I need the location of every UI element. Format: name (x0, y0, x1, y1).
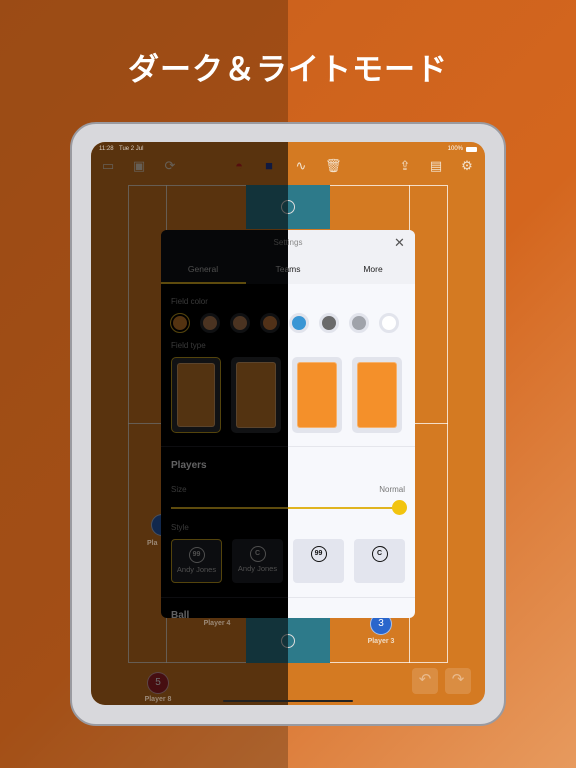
player-label: Pla (147, 540, 158, 547)
share-icon[interactable]: ⇪ (397, 158, 413, 174)
field-type-option[interactable] (352, 357, 402, 433)
dotted-path-icon[interactable]: ∿ (293, 158, 309, 174)
player-style-option[interactable]: C (354, 539, 405, 583)
status-time: 11:28 (99, 146, 114, 152)
tab-more[interactable]: More (331, 264, 415, 274)
battery-icon (466, 147, 477, 152)
size-value: Normal (379, 485, 405, 494)
field-color-swatch[interactable] (349, 313, 369, 333)
size-slider-thumb[interactable] (392, 500, 407, 515)
undo-button[interactable]: ↶ (412, 668, 438, 694)
player-label: Player 8 (144, 696, 172, 703)
player-badge: 99 (310, 546, 327, 562)
field-color-swatch[interactable] (319, 313, 339, 333)
player-style-option[interactable]: 99 (293, 539, 344, 583)
headline: ダーク＆ライトモード (128, 52, 448, 87)
home-indicator (223, 700, 353, 702)
player-badge: C (371, 546, 388, 562)
player-label: Player 4 (203, 620, 231, 627)
player-label: Player 3 (367, 638, 395, 645)
field-color-swatch[interactable] (379, 313, 399, 333)
field-color-swatch[interactable] (289, 313, 309, 333)
status-date: Tue 2 Jul (119, 146, 144, 152)
status-battery: 100% (447, 146, 463, 152)
redo-button[interactable]: ↷ (445, 668, 471, 694)
save-icon[interactable]: ▤ (428, 158, 444, 174)
trash-icon[interactable]: 🗑 (325, 158, 342, 174)
close-icon[interactable]: ✕ (394, 235, 405, 251)
field-type-option[interactable] (292, 357, 342, 433)
gear-icon[interactable]: ⚙ (459, 158, 475, 174)
